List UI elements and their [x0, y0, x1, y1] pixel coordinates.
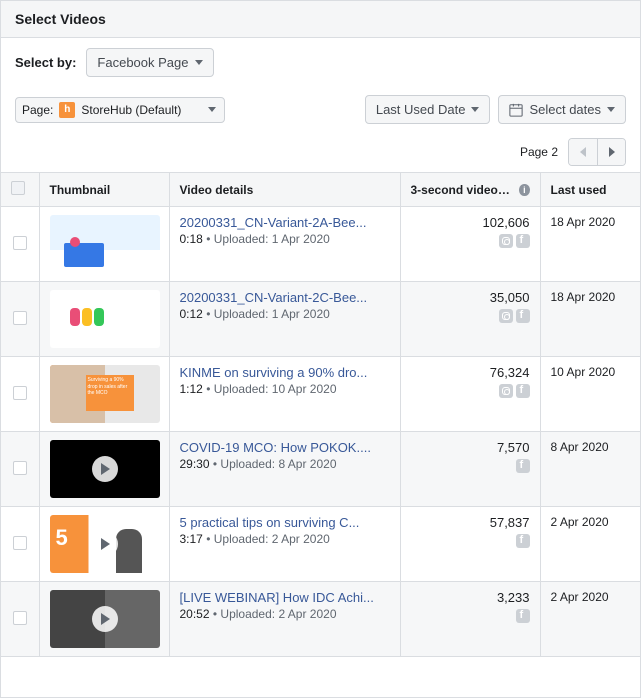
video-meta: 20:52 • Uploaded: 2 Apr 2020 — [180, 607, 390, 621]
row-checkbox[interactable] — [13, 386, 27, 400]
instagram-icon — [499, 309, 513, 323]
pager-next-button[interactable] — [597, 139, 625, 165]
views-value: 7,570 — [411, 440, 530, 455]
video-meta: 0:18 • Uploaded: 1 Apr 2020 — [180, 232, 390, 246]
last-used-value: 2 Apr 2020 — [540, 582, 640, 657]
col-header-details: Video details — [169, 173, 400, 207]
facebook-icon — [516, 609, 530, 623]
play-icon — [92, 531, 118, 557]
select-by-dropdown[interactable]: Facebook Page — [86, 48, 213, 77]
video-title-link[interactable]: COVID-19 MCO: How POKOK.... — [180, 440, 390, 455]
platform-icons — [411, 459, 530, 473]
video-thumbnail[interactable] — [50, 590, 160, 648]
video-meta: 1:12 • Uploaded: 10 Apr 2020 — [180, 382, 390, 396]
table-row[interactable]: 20200331_CN-Variant-2C-Bee... 0:12 • Upl… — [1, 282, 640, 357]
video-title-link[interactable]: 20200331_CN-Variant-2C-Bee... — [180, 290, 390, 305]
col-header-views: 3-second video vie… i — [400, 173, 540, 207]
video-thumbnail[interactable] — [50, 215, 160, 273]
last-used-value: 18 Apr 2020 — [540, 282, 640, 357]
right-filters: Last Used Date Select dates — [365, 95, 626, 124]
facebook-icon — [516, 309, 530, 323]
facebook-icon — [516, 534, 530, 548]
platform-icons — [411, 309, 530, 323]
pager: Page 2 — [1, 132, 640, 172]
row-checkbox[interactable] — [13, 611, 27, 625]
facebook-icon — [516, 234, 530, 248]
last-used-value: 2 Apr 2020 — [540, 507, 640, 582]
col-header-thumbnail: Thumbnail — [39, 173, 169, 207]
table-header-row: Thumbnail Video details 3-second video v… — [1, 173, 640, 207]
row-checkbox[interactable] — [13, 311, 27, 325]
platform-icons — [411, 384, 530, 398]
row-checkbox[interactable] — [13, 236, 27, 250]
last-used-value: 8 Apr 2020 — [540, 432, 640, 507]
facebook-icon — [516, 459, 530, 473]
video-title-link[interactable]: 5 practical tips on surviving C... — [180, 515, 390, 530]
last-used-value: 18 Apr 2020 — [540, 207, 640, 282]
instagram-icon — [499, 384, 513, 398]
video-meta: 29:30 • Uploaded: 8 Apr 2020 — [180, 457, 390, 471]
views-value: 3,233 — [411, 590, 530, 605]
caret-down-icon — [607, 107, 615, 112]
video-thumbnail[interactable]: 5 — [50, 515, 160, 573]
row-checkbox[interactable] — [13, 461, 27, 475]
select-by-label: Select by: — [15, 55, 76, 70]
video-meta: 3:17 • Uploaded: 2 Apr 2020 — [180, 532, 390, 546]
views-value: 76,324 — [411, 365, 530, 380]
chevron-right-icon — [609, 147, 615, 157]
video-thumbnail[interactable] — [50, 290, 160, 348]
video-thumbnail[interactable] — [50, 440, 160, 498]
page-label: Page: — [22, 103, 53, 117]
views-value: 57,837 — [411, 515, 530, 530]
facebook-icon — [516, 384, 530, 398]
platform-icons — [411, 234, 530, 248]
page-value: StoreHub (Default) — [81, 103, 181, 117]
info-icon[interactable]: i — [519, 184, 529, 196]
sort-label: Last Used Date — [376, 102, 466, 117]
table-row[interactable]: [LIVE WEBINAR] How IDC Achi... 20:52 • U… — [1, 582, 640, 657]
page-selector-dropdown[interactable]: Page: h StoreHub (Default) — [15, 97, 225, 123]
page-badge-icon: h — [59, 102, 75, 118]
videos-table: Thumbnail Video details 3-second video v… — [1, 172, 640, 657]
video-meta: 0:12 • Uploaded: 1 Apr 2020 — [180, 307, 390, 321]
caret-down-icon — [208, 107, 216, 112]
filter-row: Page: h StoreHub (Default) Last Used Dat… — [1, 87, 640, 132]
calendar-icon — [509, 103, 523, 117]
table-row[interactable]: COVID-19 MCO: How POKOK.... 29:30 • Uplo… — [1, 432, 640, 507]
table-row[interactable]: Surviving a 90% drop in sales after the … — [1, 357, 640, 432]
select-all-checkbox — [11, 181, 25, 195]
date-label: Select dates — [529, 102, 601, 117]
row-checkbox[interactable] — [13, 536, 27, 550]
table-row[interactable]: 20200331_CN-Variant-2A-Bee... 0:18 • Upl… — [1, 207, 640, 282]
chevron-left-icon — [580, 147, 586, 157]
play-icon — [92, 456, 118, 482]
col-header-lastused: Last used — [540, 173, 640, 207]
col-header-checkbox — [1, 173, 39, 207]
views-header-text: 3-second video vie… — [411, 183, 514, 197]
play-icon — [92, 606, 118, 632]
platform-icons — [411, 534, 530, 548]
date-range-dropdown[interactable]: Select dates — [498, 95, 626, 124]
video-title-link[interactable]: KINME on surviving a 90% dro... — [180, 365, 390, 380]
select-by-toolbar: Select by: Facebook Page — [1, 38, 640, 87]
last-used-value: 10 Apr 2020 — [540, 357, 640, 432]
pager-buttons — [568, 138, 626, 166]
table-row[interactable]: 5 5 practical tips on surviving C... 3:1… — [1, 507, 640, 582]
platform-icons — [411, 609, 530, 623]
views-value: 35,050 — [411, 290, 530, 305]
select-videos-modal: Select Videos Select by: Facebook Page P… — [0, 0, 641, 698]
pager-prev-button[interactable] — [569, 139, 597, 165]
video-title-link[interactable]: 20200331_CN-Variant-2A-Bee... — [180, 215, 390, 230]
caret-down-icon — [195, 60, 203, 65]
video-thumbnail[interactable]: Surviving a 90% drop in sales after the … — [50, 365, 160, 423]
instagram-icon — [499, 234, 513, 248]
sort-dropdown[interactable]: Last Used Date — [365, 95, 491, 124]
video-title-link[interactable]: [LIVE WEBINAR] How IDC Achi... — [180, 590, 390, 605]
pager-label: Page 2 — [520, 145, 558, 159]
select-by-value: Facebook Page — [97, 55, 188, 70]
modal-title: Select Videos — [1, 1, 640, 38]
table-footer-space — [1, 657, 640, 697]
views-value: 102,606 — [411, 215, 530, 230]
caret-down-icon — [471, 107, 479, 112]
